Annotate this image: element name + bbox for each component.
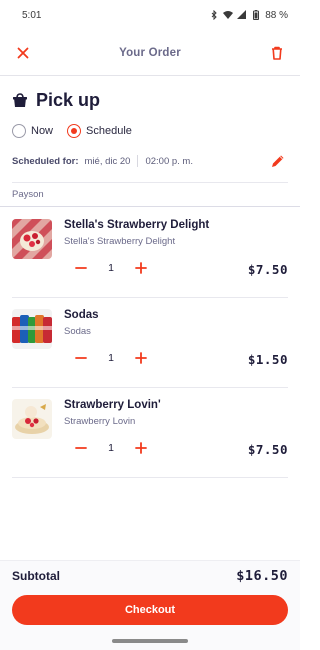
signal-icon [237,10,247,19]
radio-schedule-circle[interactable] [67,124,82,138]
increase-quantity-button[interactable] [134,441,148,455]
status-icons: 88 % [209,10,288,21]
order-summary-footer: Subtotal $16.50 Checkout [0,560,300,650]
pickup-title: Pick up [36,90,101,110]
store-name: Payson [12,189,44,200]
scheduled-for-label: Scheduled for: [12,155,79,167]
trash-icon [271,46,282,60]
plus-icon [135,262,147,274]
increase-quantity-button[interactable] [134,351,148,365]
close-button[interactable] [14,44,32,62]
order-header: Your Order [0,30,300,76]
subtotal-label: Subtotal [12,569,60,583]
subtotal-row: Subtotal $16.50 [12,568,288,584]
item-price: $1.50 [247,352,288,367]
radio-schedule-label: Schedule [86,125,132,137]
plus-icon [135,442,147,454]
minus-icon [75,357,87,359]
item-image-strawberry-delight [12,219,52,259]
close-icon [17,47,29,58]
dessert-image [12,399,52,439]
cart-item: Sodas Sodas 1 $1.50 [12,297,288,387]
item-image-strawberry-lovin [12,399,52,439]
subtotal-value: $16.50 [236,568,288,584]
battery-icon [253,10,260,20]
radio-now-circle[interactable] [12,124,26,138]
bag-icon [13,93,27,107]
pickup-time-options: Now Schedule [12,124,132,138]
dessert-image [12,219,52,259]
minus-icon [75,447,87,449]
scheduled-time: 02:00 p. m. [145,155,193,167]
divider [12,477,288,478]
quantity-value: 1 [108,352,114,364]
decrease-quantity-button[interactable] [74,351,88,365]
divider [12,182,288,183]
item-subtitle: Strawberry Lovin [64,416,136,427]
wifi-icon [223,11,234,19]
cart-item: Strawberry Lovin' Strawberry Lovin 1 $7.… [12,387,288,477]
decrease-quantity-button[interactable] [74,261,88,275]
radio-now-label: Now [31,125,54,137]
item-name: Sodas [64,309,99,321]
radio-schedule[interactable]: Schedule [67,124,132,138]
item-subtitle: Stella's Strawberry Delight [64,236,176,247]
minus-icon [75,267,87,269]
item-price: $7.50 [247,262,288,277]
quantity-stepper: 1 [74,261,148,275]
battery-level: 88 % [265,9,288,21]
item-subtitle: Sodas [64,326,91,337]
page-title: Your Order [119,46,181,59]
quantity-stepper: 1 [74,351,148,365]
scheduled-date: mié, dic 20 [84,155,131,167]
status-time: 5:01 [22,9,42,21]
bluetooth-icon [211,10,217,20]
increase-quantity-button[interactable] [134,261,148,275]
pencil-icon[interactable] [270,153,286,169]
item-name: Stella's Strawberry Delight [64,219,210,231]
item-image-sodas [12,309,52,349]
radio-now[interactable]: Now [12,124,53,138]
quantity-value: 1 [108,442,114,454]
home-indicator[interactable] [112,639,188,643]
quantity-value: 1 [108,262,114,274]
scheduled-for-row: Scheduled for: mié, dic 20 02:00 p. m. [12,150,288,172]
item-name: Strawberry Lovin' [64,399,161,411]
plus-icon [135,352,147,364]
schedule-separator [137,155,139,167]
delete-order-button[interactable] [268,44,286,62]
quantity-stepper: 1 [74,441,148,455]
status-bar: 5:01 88 % [0,0,300,30]
decrease-quantity-button[interactable] [74,441,88,455]
soda-cans-image [12,309,52,349]
pickup-heading: Pick up [12,90,100,111]
item-price: $7.50 [247,442,288,457]
checkout-button[interactable]: Checkout [12,595,288,625]
cart-item: Stella's Strawberry Delight Stella's Str… [12,207,288,297]
